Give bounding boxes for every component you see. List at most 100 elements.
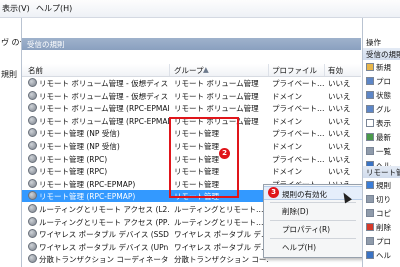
column-header-group[interactable]: グループ xyxy=(174,65,204,76)
actions-group-inbound-rules[interactable]: 受信の規則 xyxy=(363,48,400,60)
menu-separator xyxy=(270,220,356,221)
filter-icon xyxy=(366,77,374,85)
rule-disabled-icon xyxy=(28,153,37,163)
action-label: グル xyxy=(376,105,391,114)
column-header-enabled[interactable]: 有効 xyxy=(328,65,343,76)
rule-enabled-cell: いいえ xyxy=(328,116,351,126)
action-label: 新規 xyxy=(376,63,391,72)
delete-icon xyxy=(366,223,374,231)
action-label: 削除 xyxy=(376,223,391,232)
action-item[interactable]: 状態 xyxy=(363,89,400,102)
rule-profile-cell: プライベート… xyxy=(272,154,325,164)
cut-icon xyxy=(366,195,374,203)
column-headers: 名前 グループ ▲ プロファイル 有効 xyxy=(22,64,361,77)
action-label: コピ xyxy=(376,209,391,218)
action-item[interactable]: 切り xyxy=(363,193,400,206)
rule-name-cell: 分散トランザクション コーディネータ… xyxy=(39,255,169,265)
action-label: 規則 xyxy=(376,181,391,190)
menu-item-delete[interactable]: 削除(D) xyxy=(264,204,362,218)
sort-ascending-icon: ▲ xyxy=(203,65,209,74)
action-item[interactable]: ヘル xyxy=(363,249,400,262)
rule-profile-cell: ドメイン xyxy=(272,116,302,126)
rule-disabled-icon xyxy=(28,141,37,150)
rule-disabled-icon xyxy=(28,178,37,188)
action-label: プロ xyxy=(376,237,391,246)
menu-help[interactable]: ヘルプ(H) xyxy=(36,3,72,14)
rule-name-cell: ワイヤレス ポータブル デバイス (UPn… xyxy=(39,242,169,252)
column-header-name[interactable]: 名前 xyxy=(28,65,43,76)
navigation-pane: ヴ のセ 規則 xyxy=(0,18,22,267)
rule-enabled-cell: いいえ xyxy=(328,79,351,88)
rule-name-cell: リモート管理 (RPC) xyxy=(39,154,108,164)
rule-name-cell: ルーティングとリモート アクセス (L2… xyxy=(39,205,169,214)
rule-name-cell: リモート管理 (RPC) xyxy=(39,167,108,177)
table-row[interactable]: リモート ボリューム管理 - 仮想ディス… リモート ボリューム管理 プライベート…… xyxy=(22,77,361,89)
action-label: 切り xyxy=(376,195,391,204)
column-header-profile[interactable]: プロファイル xyxy=(272,65,317,76)
rule-name-cell: リモート管理 (RPC-EPMAP) xyxy=(39,179,136,189)
rule-group-cell: ルーティングとリモート… xyxy=(174,217,264,227)
table-row[interactable]: リモート ボリューム管理 - 仮想ディス… リモート ボリューム管理 ドメイン いいえ xyxy=(22,90,361,102)
rule-disabled-icon xyxy=(28,166,37,176)
rule-group-cell: リモート ボリューム管理 xyxy=(174,91,259,101)
action-item[interactable]: 規則 xyxy=(363,179,400,192)
table-row[interactable]: リモート ボリューム管理 (RPC-EPMAP) リモート ボリューム管理 プライベ… xyxy=(22,102,361,114)
rule-group-cell: ルーティングとリモート… xyxy=(174,205,264,214)
new-rule-icon xyxy=(366,63,374,71)
menu-item-properties[interactable]: プロパティ(R) xyxy=(264,222,362,236)
rule-profile-cell: ドメイン xyxy=(272,91,302,101)
rule-group-cell: ワイヤレス ポータブル デ… xyxy=(174,242,269,252)
rule-enabled-cell: いいえ xyxy=(328,104,351,114)
rule-disabled-icon xyxy=(28,241,37,251)
action-item[interactable]: プロ xyxy=(363,75,400,88)
action-label: ヘル xyxy=(376,251,391,260)
rule-disabled-icon xyxy=(28,115,37,125)
actions-pane: 操作 受信の規則 新規プロ状態グル表示最新一覧ヘル リモート管 規則切りコピ削除… xyxy=(362,18,400,267)
rule-name-cell: リモート管理 (NP 受信) xyxy=(39,142,120,151)
highlight-box xyxy=(169,117,239,198)
rule-name-cell: リモート ボリューム管理 - 仮想ディス… xyxy=(39,91,169,101)
action-item[interactable]: グル xyxy=(363,103,400,116)
enable-icon xyxy=(366,181,374,189)
action-item[interactable]: 一覧 xyxy=(363,145,400,158)
menu-item-label: 規則の有効化 xyxy=(282,190,327,199)
rule-group-cell: 分散トランザクション コー… xyxy=(174,255,269,265)
rule-disabled-icon xyxy=(28,229,37,239)
rule-profile-cell: プライベート… xyxy=(272,79,325,88)
step-badge-3: 3 xyxy=(268,187,279,198)
rule-name-cell: ルーティングとリモート アクセス (PP… xyxy=(39,217,169,227)
action-label: 最新 xyxy=(376,133,391,142)
action-item[interactable]: 新規 xyxy=(363,61,400,74)
menu-item-label: 削除(D) xyxy=(282,207,309,216)
rule-disabled-icon xyxy=(28,90,37,100)
column-divider[interactable] xyxy=(324,64,325,76)
actions-group-remote-admin[interactable]: リモート管 xyxy=(363,166,400,178)
menu-item-label: ヘルプ(H) xyxy=(282,243,316,252)
rule-disabled-icon xyxy=(28,204,37,213)
nav-item-label[interactable]: 規則 xyxy=(1,69,17,80)
menu-bar: 表示(V) ヘルプ(H) xyxy=(0,0,400,18)
rule-name-cell: リモート ボリューム管理 - 仮想ディス… xyxy=(39,79,169,88)
rule-name-cell: リモート管理 (NP 受信) xyxy=(39,129,120,139)
properties-icon xyxy=(366,237,374,245)
rule-disabled-icon xyxy=(28,128,37,138)
actions-group-label: リモート管 xyxy=(366,168,400,177)
menu-separator xyxy=(270,202,356,203)
action-label: 状態 xyxy=(376,91,391,100)
rule-enabled-cell: いいえ xyxy=(328,91,351,101)
action-item[interactable]: 表示 xyxy=(363,117,400,130)
action-item[interactable]: 最新 xyxy=(363,131,400,144)
action-item[interactable]: 削除 xyxy=(363,221,400,234)
menu-view[interactable]: 表示(V) xyxy=(2,3,30,14)
rule-profile-cell: プライベート… xyxy=(272,129,325,139)
rule-disabled-icon xyxy=(28,254,37,264)
column-divider[interactable] xyxy=(169,64,170,76)
rule-profile-cell: プライベート… xyxy=(272,104,325,114)
nav-item-label[interactable]: ヴ のセ xyxy=(1,37,21,48)
action-item[interactable]: プロ xyxy=(363,235,400,248)
rule-profile-cell: ドメイン xyxy=(272,142,302,151)
menu-item-help[interactable]: ヘルプ(H) xyxy=(264,240,362,254)
column-divider[interactable] xyxy=(268,64,269,76)
rule-group-cell: リモート ボリューム管理 xyxy=(174,104,259,114)
action-item[interactable]: コピ xyxy=(363,207,400,220)
